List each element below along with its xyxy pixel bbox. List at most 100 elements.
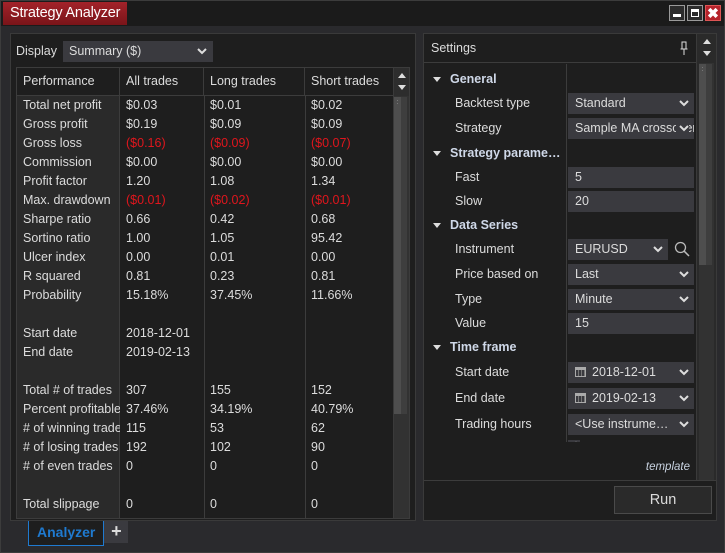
cell-long-trades: 0	[210, 459, 217, 473]
column-header-performance[interactable]: Performance	[17, 68, 120, 95]
pin-icon[interactable]	[680, 41, 688, 55]
type-select[interactable]: Minute	[568, 289, 694, 310]
property-label: Fast	[455, 170, 480, 184]
table-row[interactable]: Sharpe ratio 0.66 0.42 0.68	[17, 210, 393, 229]
cell-long-trades: 53	[210, 421, 224, 435]
title-bar[interactable]: Strategy Analyzer ✖	[1, 1, 724, 26]
cell-all-trades: 1.20	[126, 174, 151, 188]
table-row[interactable]: Ulcer index 0.00 0.01 0.00	[17, 248, 393, 267]
category-label: Time frame	[450, 340, 517, 354]
property-label: Trading hours	[455, 417, 532, 431]
cell-all-trades: 0.00	[126, 250, 151, 264]
grid-scrollbar[interactable]	[393, 68, 409, 518]
category-general[interactable]: General	[424, 68, 696, 90]
instrument-select[interactable]: EURUSD	[568, 239, 668, 260]
performance-grid: Performance All trades Long trades Short…	[16, 67, 410, 519]
column-header-all-trades[interactable]: All trades	[120, 68, 204, 95]
cell-long-trades: $0.00	[210, 155, 242, 169]
scroll-down-button[interactable]	[699, 48, 714, 61]
run-button[interactable]: Run	[614, 486, 712, 514]
cell-all-trades: 115	[126, 421, 146, 435]
cell-short-trades	[305, 362, 393, 381]
end-date-picker[interactable]: 2019-02-13	[568, 388, 694, 409]
cell-short-trades: 0	[311, 497, 318, 511]
row-label: Start date	[23, 326, 78, 340]
table-row[interactable]: # of even trades 0 0 0	[17, 457, 393, 476]
backtest-type-value: Standard	[575, 96, 626, 110]
row-label: End date	[23, 345, 74, 359]
display-select[interactable]: Summary ($)	[63, 40, 213, 62]
scroll-track[interactable]	[699, 63, 714, 480]
cell-long-trades: ($0.02)	[210, 193, 250, 207]
table-row[interactable]: # of losing trades 192 102 90	[17, 438, 393, 457]
table-row[interactable]: End date 2019-02-13	[17, 343, 393, 362]
cell-all-trades: 2018-12-01	[126, 326, 190, 340]
cell-all-trades: $0.03	[126, 98, 158, 112]
category-data-series[interactable]: Data Series	[424, 214, 696, 236]
table-row[interactable]: Profit factor 1.20 1.08 1.34	[17, 172, 393, 191]
property-fast: Fast 5	[424, 166, 696, 190]
cell-short-trades	[305, 343, 393, 362]
tab-analyzer[interactable]: Analyzer	[28, 521, 105, 546]
table-row[interactable]: Total # of trades 307 155 152	[17, 381, 393, 400]
settings-scrollbar[interactable]	[696, 34, 716, 480]
collapse-triangle-icon	[433, 344, 441, 350]
template-link[interactable]: template	[646, 461, 690, 473]
property-instrument: Instrument EURUSD	[424, 238, 696, 262]
add-tab-button[interactable]: +	[104, 521, 129, 543]
table-row[interactable]: Percent profitable 37.46% 34.19% 40.79%	[17, 400, 393, 419]
table-row[interactable]: Probability 15.18% 37.45% 11.66%	[17, 286, 393, 305]
scroll-up-button[interactable]	[394, 69, 409, 82]
cell-short-trades: 62	[311, 421, 325, 435]
property-backtest-type: Backtest type Standard	[424, 92, 696, 116]
column-header-short-trades[interactable]: Short trades	[305, 68, 393, 95]
value-input[interactable]: 15	[568, 313, 694, 334]
scroll-down-button[interactable]	[394, 82, 409, 95]
table-row[interactable]: Max. drawdown ($0.01) ($0.02) ($0.01)	[17, 191, 393, 210]
table-row[interactable]: Sortino ratio 1.00 1.05 95.42	[17, 229, 393, 248]
end-date-value: 2019-02-13	[592, 391, 656, 405]
column-header-long-trades[interactable]: Long trades	[204, 68, 305, 95]
strategy-select[interactable]: Sample MA crossover	[568, 118, 694, 139]
property-grid: General Backtest type Standard Strategy …	[424, 64, 696, 450]
cell-long-trades: $0.09	[210, 117, 242, 131]
table-row[interactable]: Total net profit $0.03 $0.01 $0.02	[17, 96, 393, 115]
table-row[interactable]: Gross profit $0.19 $0.09 $0.09	[17, 115, 393, 134]
category-strategy-parameters[interactable]: Strategy parame…	[424, 142, 696, 164]
trading-hours-select[interactable]: <Use instrume…	[568, 414, 694, 435]
chevron-down-icon	[679, 264, 689, 285]
row-label: Gross loss	[23, 136, 83, 150]
table-row[interactable]	[17, 305, 393, 324]
settings-panel: Settings General Backtest type Standard …	[423, 33, 717, 521]
strategy-analyzer-window: Strategy Analyzer ✖ Display Summary ($) …	[0, 0, 725, 553]
table-row[interactable]	[17, 362, 393, 381]
table-row[interactable]	[17, 476, 393, 495]
scroll-thumb[interactable]	[699, 64, 712, 265]
fast-input[interactable]: 5	[568, 167, 694, 188]
scroll-track[interactable]	[394, 96, 409, 518]
table-row[interactable]: Gross loss ($0.16) ($0.09) ($0.07)	[17, 134, 393, 153]
search-icon[interactable]	[674, 241, 690, 257]
minimize-button[interactable]	[669, 5, 685, 21]
cell-short-trades: 11.66%	[311, 288, 353, 302]
table-row[interactable]: Start date 2018-12-01	[17, 324, 393, 343]
price-based-on-select[interactable]: Last	[568, 264, 694, 285]
cell-short-trades: ($0.07)	[311, 136, 351, 150]
cell-all-trades: 0.81	[126, 269, 151, 283]
table-row[interactable]: Commission $0.00 $0.00 $0.00	[17, 153, 393, 172]
close-button[interactable]: ✖	[705, 5, 721, 21]
row-label: Total # of trades	[23, 383, 112, 397]
table-row[interactable]: R squared 0.81 0.23 0.81	[17, 267, 393, 286]
scroll-up-button[interactable]	[699, 35, 714, 48]
start-date-picker[interactable]: 2018-12-01	[568, 362, 694, 383]
table-row[interactable]: # of winning trades 115 53 62	[17, 419, 393, 438]
cell-all-trades: $0.00	[126, 155, 158, 169]
table-row[interactable]: Total slippage 0 0 0	[17, 495, 393, 514]
chevron-down-icon	[653, 239, 663, 260]
row-label: Profit factor	[23, 174, 87, 188]
scroll-thumb[interactable]	[394, 97, 407, 414]
backtest-type-select[interactable]: Standard	[568, 93, 694, 114]
category-time-frame[interactable]: Time frame	[424, 336, 696, 358]
maximize-button[interactable]	[687, 5, 703, 21]
slow-input[interactable]: 20	[568, 191, 694, 212]
